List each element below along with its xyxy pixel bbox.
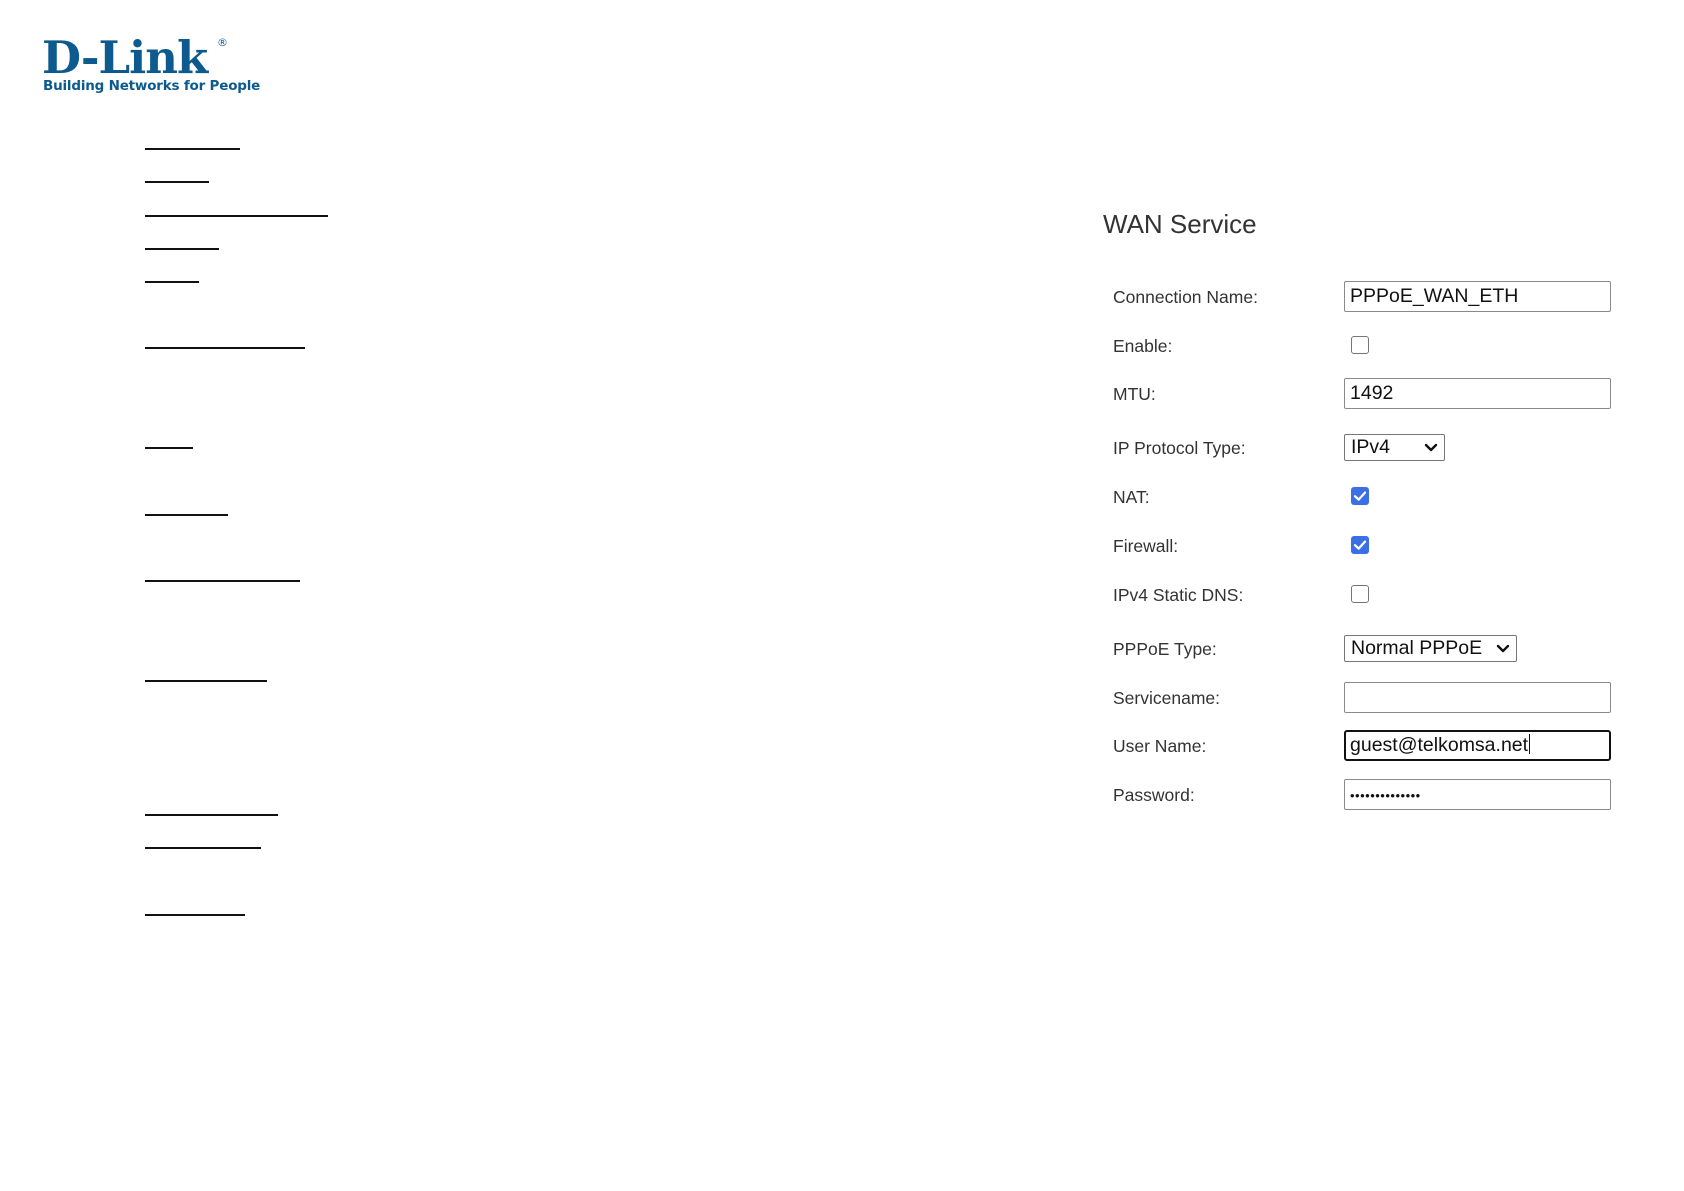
logo-registered-mark: ® [217, 36, 228, 49]
nav-link-4[interactable] [145, 244, 219, 250]
page-title: WAN Service [1103, 209, 1257, 239]
nav-link-1[interactable] [145, 144, 240, 150]
pppoe-type-label: PPPoE Type: [1113, 639, 1217, 659]
nav-link-9[interactable] [145, 576, 300, 582]
dlink-logo: D-Link ® Building Networks for People [42, 31, 260, 96]
connection-name-input[interactable]: PPPoE_WAN_ETH [1344, 281, 1611, 312]
nav-link-13[interactable] [145, 910, 245, 916]
checkmark-icon [1353, 540, 1367, 550]
ipv4-static-dns-label: IPv4 Static DNS: [1113, 585, 1244, 605]
pppoe-type-selected: Normal PPPoE [1351, 637, 1483, 659]
nav-link-5[interactable] [145, 277, 199, 283]
enable-checkbox[interactable] [1351, 336, 1369, 354]
firewall-checkbox[interactable] [1351, 536, 1369, 554]
ip-protocol-type-label: IP Protocol Type: [1113, 438, 1246, 458]
nav-link-8[interactable] [145, 510, 228, 516]
user-name-input[interactable]: guest@telkomsa.net [1344, 730, 1611, 761]
mtu-input[interactable]: 1492 [1344, 378, 1611, 409]
nat-label: NAT: [1113, 487, 1150, 507]
pppoe-type-select[interactable]: Normal PPPoE [1344, 635, 1517, 662]
text-caret [1529, 734, 1531, 754]
ip-protocol-type-selected: IPv4 [1351, 436, 1391, 458]
nav-link-12[interactable] [145, 843, 261, 849]
servicename-input[interactable] [1344, 682, 1611, 713]
connection-name-label: Connection Name: [1113, 287, 1258, 307]
servicename-label: Servicename: [1113, 688, 1220, 708]
password-label: Password: [1113, 785, 1195, 805]
nav-link-3[interactable] [145, 211, 328, 217]
password-masked-value: •••••••••••••• [1350, 788, 1421, 803]
firewall-label: Firewall: [1113, 536, 1179, 556]
chevron-down-icon [1496, 644, 1510, 653]
nav-link-10[interactable] [145, 676, 267, 682]
ip-protocol-type-select[interactable]: IPv4 [1344, 434, 1445, 461]
checkmark-icon [1353, 491, 1367, 501]
password-input[interactable]: •••••••••••••• [1344, 779, 1611, 810]
mtu-label: MTU: [1113, 384, 1156, 404]
nav-link-7[interactable] [145, 443, 193, 449]
user-name-value: guest@telkomsa.net [1350, 734, 1529, 756]
enable-label: Enable: [1113, 336, 1173, 356]
nav-link-6[interactable] [145, 343, 305, 349]
logo-tagline: Building Networks for People [43, 78, 261, 94]
logo-wordmark: D-Link [42, 31, 208, 84]
chevron-down-icon [1424, 443, 1438, 452]
ipv4-static-dns-checkbox[interactable] [1351, 585, 1369, 603]
nav-link-2[interactable] [145, 177, 209, 183]
nat-checkbox[interactable] [1351, 487, 1369, 505]
user-name-label: User Name: [1113, 736, 1207, 756]
nav-link-11[interactable] [145, 810, 278, 816]
